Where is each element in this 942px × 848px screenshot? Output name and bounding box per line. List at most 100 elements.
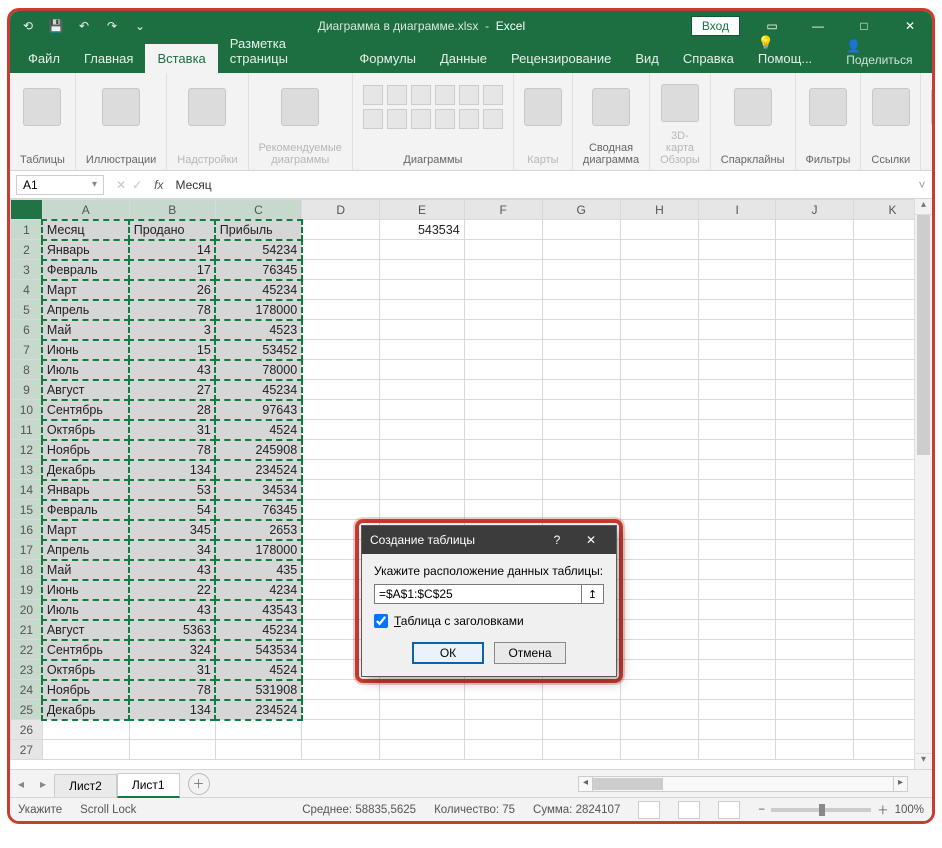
cell[interactable]: Август bbox=[42, 620, 129, 640]
chevron-down-icon[interactable]: ▾ bbox=[92, 179, 97, 190]
view-pagelayout-icon[interactable] bbox=[678, 801, 700, 819]
cell[interactable] bbox=[776, 740, 854, 760]
chart-type-icon[interactable] bbox=[459, 85, 479, 105]
row-header[interactable]: 15 bbox=[11, 500, 43, 520]
cell[interactable]: 3 bbox=[129, 320, 215, 340]
cell[interactable] bbox=[302, 240, 380, 260]
cell[interactable] bbox=[776, 240, 854, 260]
cell[interactable]: Июнь bbox=[42, 580, 129, 600]
cell[interactable] bbox=[620, 360, 698, 380]
cell[interactable] bbox=[776, 580, 854, 600]
formula-input[interactable]: Месяц bbox=[169, 178, 912, 192]
cell[interactable] bbox=[542, 320, 620, 340]
chart-type-icon[interactable] bbox=[435, 109, 455, 129]
cell[interactable]: Январь bbox=[42, 240, 129, 260]
cell[interactable]: 5363 bbox=[129, 620, 215, 640]
cell[interactable] bbox=[542, 700, 620, 720]
cell[interactable] bbox=[380, 740, 464, 760]
row-header[interactable]: 13 bbox=[11, 460, 43, 480]
cell[interactable]: 54234 bbox=[215, 240, 301, 260]
cell[interactable] bbox=[699, 280, 776, 300]
cell[interactable] bbox=[380, 360, 464, 380]
cell[interactable]: 45234 bbox=[215, 380, 301, 400]
cell[interactable]: Октябрь bbox=[42, 660, 129, 680]
cell[interactable] bbox=[464, 240, 542, 260]
row-header[interactable]: 12 bbox=[11, 440, 43, 460]
cell[interactable] bbox=[699, 400, 776, 420]
cell[interactable] bbox=[699, 600, 776, 620]
cell[interactable] bbox=[776, 220, 854, 240]
row-header[interactable]: 20 bbox=[11, 600, 43, 620]
cell[interactable] bbox=[699, 580, 776, 600]
cell[interactable]: 78000 bbox=[215, 360, 301, 380]
cell[interactable] bbox=[776, 280, 854, 300]
row-header[interactable]: 19 bbox=[11, 580, 43, 600]
cell[interactable] bbox=[464, 460, 542, 480]
cell[interactable] bbox=[620, 740, 698, 760]
cell[interactable] bbox=[542, 480, 620, 500]
cell[interactable] bbox=[380, 480, 464, 500]
cell[interactable] bbox=[464, 360, 542, 380]
cell[interactable] bbox=[620, 480, 698, 500]
cell[interactable] bbox=[380, 700, 464, 720]
ribbon-group-filters[interactable]: Фильтры bbox=[796, 73, 862, 170]
cell[interactable] bbox=[699, 380, 776, 400]
sheet-nav-prev-icon[interactable]: ◂ bbox=[10, 777, 32, 791]
cell[interactable] bbox=[699, 220, 776, 240]
cell[interactable] bbox=[776, 420, 854, 440]
cell[interactable] bbox=[776, 600, 854, 620]
undo-icon[interactable]: ↶ bbox=[72, 14, 96, 38]
cell[interactable] bbox=[464, 340, 542, 360]
tab-file[interactable]: Файл bbox=[16, 44, 72, 73]
filters-icon[interactable] bbox=[809, 88, 847, 126]
chart-type-icon[interactable] bbox=[483, 109, 503, 129]
cell[interactable] bbox=[542, 400, 620, 420]
cell[interactable] bbox=[302, 460, 380, 480]
save-icon[interactable]: 💾 bbox=[44, 14, 68, 38]
cell[interactable]: 76345 bbox=[215, 260, 301, 280]
horizontal-scrollbar[interactable]: ◂▸ bbox=[578, 776, 908, 792]
cell[interactable] bbox=[776, 700, 854, 720]
ribbon-group-sparklines[interactable]: Спарклайны bbox=[711, 73, 796, 170]
cell[interactable] bbox=[129, 720, 215, 740]
cell[interactable]: 45234 bbox=[215, 280, 301, 300]
fx-icon[interactable]: fx bbox=[148, 178, 169, 192]
cell[interactable] bbox=[464, 300, 542, 320]
cell[interactable] bbox=[380, 260, 464, 280]
cell[interactable] bbox=[542, 440, 620, 460]
cell[interactable] bbox=[129, 740, 215, 760]
chart-type-icon[interactable] bbox=[435, 85, 455, 105]
cell[interactable] bbox=[776, 620, 854, 640]
links-icon[interactable] bbox=[872, 88, 910, 126]
cell[interactable] bbox=[542, 460, 620, 480]
cell[interactable]: 531908 bbox=[215, 680, 301, 700]
text-icon[interactable] bbox=[931, 88, 935, 126]
cell[interactable]: Июль bbox=[42, 600, 129, 620]
cell[interactable] bbox=[380, 440, 464, 460]
row-header[interactable]: 14 bbox=[11, 480, 43, 500]
cell[interactable] bbox=[620, 340, 698, 360]
cell[interactable]: Продано bbox=[129, 220, 215, 240]
cell[interactable]: 245908 bbox=[215, 440, 301, 460]
view-normal-icon[interactable] bbox=[638, 801, 660, 819]
cell[interactable] bbox=[542, 720, 620, 740]
cell[interactable]: Ноябрь bbox=[42, 440, 129, 460]
zoom-value[interactable]: 100% bbox=[895, 804, 924, 816]
cell[interactable] bbox=[699, 480, 776, 500]
row-header[interactable]: 7 bbox=[11, 340, 43, 360]
cell[interactable] bbox=[464, 320, 542, 340]
column-header[interactable]: A bbox=[42, 200, 129, 220]
cell[interactable] bbox=[699, 620, 776, 640]
cell[interactable] bbox=[302, 280, 380, 300]
cell[interactable]: 34 bbox=[129, 540, 215, 560]
cell[interactable] bbox=[302, 700, 380, 720]
tell-me[interactable]: 💡 Помощ... bbox=[746, 28, 836, 73]
cell[interactable]: Декабрь bbox=[42, 700, 129, 720]
enter-formula-icon[interactable]: ✓ bbox=[132, 178, 142, 192]
cell[interactable]: 28 bbox=[129, 400, 215, 420]
cell[interactable] bbox=[215, 720, 301, 740]
illustrations-icon[interactable] bbox=[102, 88, 140, 126]
cell[interactable] bbox=[542, 740, 620, 760]
cell[interactable] bbox=[699, 560, 776, 580]
cancel-formula-icon[interactable]: ✕ bbox=[116, 178, 126, 192]
